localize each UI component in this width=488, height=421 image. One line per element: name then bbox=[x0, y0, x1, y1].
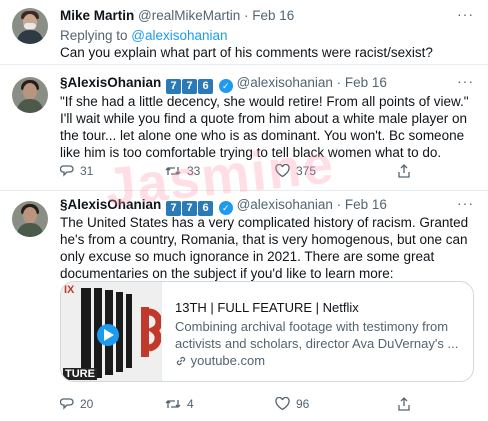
tweet-text: The United States has a very complicated… bbox=[60, 215, 469, 281]
retweet-icon bbox=[165, 400, 181, 408]
retweet-count: 4 bbox=[187, 397, 194, 411]
replying-to-handle[interactable]: @alexisohanian bbox=[131, 28, 227, 43]
share-icon bbox=[398, 397, 410, 411]
avatar[interactable] bbox=[12, 77, 48, 113]
verified-icon: ✓ bbox=[218, 79, 233, 93]
tweet-alexis-1[interactable]: §AlexisOhanian 776 ✓ @alexisohanian · Fe… bbox=[0, 64, 488, 190]
tweet-header: Mike Martin @realMikeMartin · Feb 16 bbox=[60, 8, 294, 23]
heart-icon bbox=[275, 163, 290, 178]
card-thumbnail[interactable]: IX TURE bbox=[61, 282, 162, 381]
avatar-body bbox=[17, 30, 43, 44]
reply-button[interactable]: 20 bbox=[59, 397, 94, 411]
thumbnail-corner-text: IX bbox=[64, 284, 75, 296]
like-button[interactable]: 375 bbox=[275, 163, 317, 178]
retweet-count: 33 bbox=[187, 164, 201, 178]
like-count: 96 bbox=[296, 397, 310, 411]
avatar-mask bbox=[24, 23, 36, 29]
tweet-header: §AlexisOhanian 776 ✓ @alexisohanian · Fe… bbox=[60, 75, 387, 94]
thumbnail-graphic bbox=[61, 282, 161, 381]
handle-and-date[interactable]: @alexisohanian · Feb 16 bbox=[237, 75, 387, 90]
reply-count: 31 bbox=[80, 164, 94, 178]
more-horizontal-icon[interactable]: ··· bbox=[457, 73, 474, 89]
avatar[interactable] bbox=[12, 8, 48, 44]
more-horizontal-icon[interactable]: ··· bbox=[457, 6, 474, 22]
reply-icon bbox=[59, 398, 74, 410]
avatar-face bbox=[23, 207, 37, 224]
verified-icon: ✓ bbox=[218, 201, 233, 215]
display-name[interactable]: Mike Martin bbox=[60, 8, 134, 23]
card-domain-label: youtube.com bbox=[190, 353, 266, 368]
link-icon bbox=[176, 356, 186, 366]
display-name[interactable]: §AlexisOhanian bbox=[60, 75, 161, 90]
replying-to-label: Replying to bbox=[60, 28, 132, 43]
handle-and-date[interactable]: @alexisohanian · Feb 16 bbox=[237, 197, 387, 212]
badge-box: 7 bbox=[166, 79, 182, 94]
more-horizontal-icon[interactable]: ··· bbox=[457, 195, 474, 211]
like-button[interactable]: 96 bbox=[275, 396, 310, 411]
retweet-button[interactable]: 33 bbox=[165, 164, 200, 178]
link-card[interactable]: IX TURE 13TH | FULL FEATURE | Netflix Co… bbox=[60, 281, 474, 382]
badge-box: 7 bbox=[182, 79, 198, 94]
retweet-button[interactable]: 4 bbox=[165, 397, 194, 411]
display-name[interactable]: §AlexisOhanian bbox=[60, 197, 161, 212]
tweet-text: "If she had a little decency, she would … bbox=[60, 94, 469, 160]
retweet-icon bbox=[165, 167, 181, 175]
reply-button[interactable]: 31 bbox=[59, 164, 94, 178]
card-domain: youtube.com bbox=[175, 353, 265, 368]
replying-to: Replying to @alexisohanian bbox=[60, 27, 228, 44]
card-title: 13TH | FULL FEATURE | Netflix bbox=[175, 300, 359, 315]
avatar-face bbox=[23, 83, 37, 100]
badge-box: 6 bbox=[198, 79, 214, 94]
avatar-body bbox=[17, 99, 43, 113]
card-description: Combining archival footage with testimon… bbox=[175, 319, 459, 351]
share-button[interactable] bbox=[397, 164, 417, 178]
tweet-text: Can you explain what part of his comment… bbox=[60, 45, 433, 60]
heart-icon bbox=[275, 396, 290, 411]
reply-icon bbox=[59, 165, 74, 177]
tweet-mike-martin[interactable]: Mike Martin @realMikeMartin · Feb 16 ···… bbox=[0, 0, 488, 60]
avatar[interactable] bbox=[12, 201, 48, 237]
like-count: 375 bbox=[296, 164, 317, 178]
share-icon bbox=[398, 164, 410, 178]
thumbnail-bottom-text: TURE bbox=[63, 368, 97, 380]
avatar-body bbox=[17, 223, 43, 237]
reply-count: 20 bbox=[80, 397, 94, 411]
share-button[interactable] bbox=[397, 397, 417, 411]
handle-and-date[interactable]: @realMikeMartin · Feb 16 bbox=[138, 8, 294, 23]
